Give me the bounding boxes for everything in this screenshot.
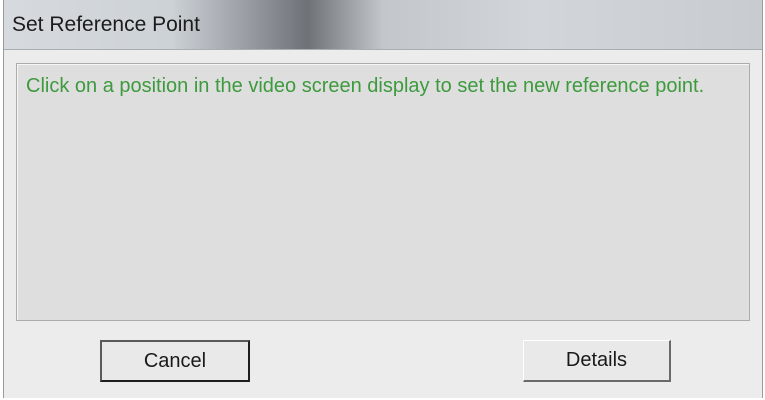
set-reference-point-dialog: Set Reference Point Click on a position …	[3, 0, 763, 398]
cancel-button[interactable]: Cancel	[100, 340, 250, 382]
instruction-message: Click on a position in the video screen …	[26, 75, 705, 97]
message-panel: Click on a position in the video screen …	[16, 63, 750, 321]
dialog-body: Click on a position in the video screen …	[4, 50, 762, 398]
window-title: Set Reference Point	[12, 13, 200, 36]
details-button[interactable]: Details	[523, 340, 671, 382]
title-bar[interactable]: Set Reference Point	[4, 0, 762, 50]
